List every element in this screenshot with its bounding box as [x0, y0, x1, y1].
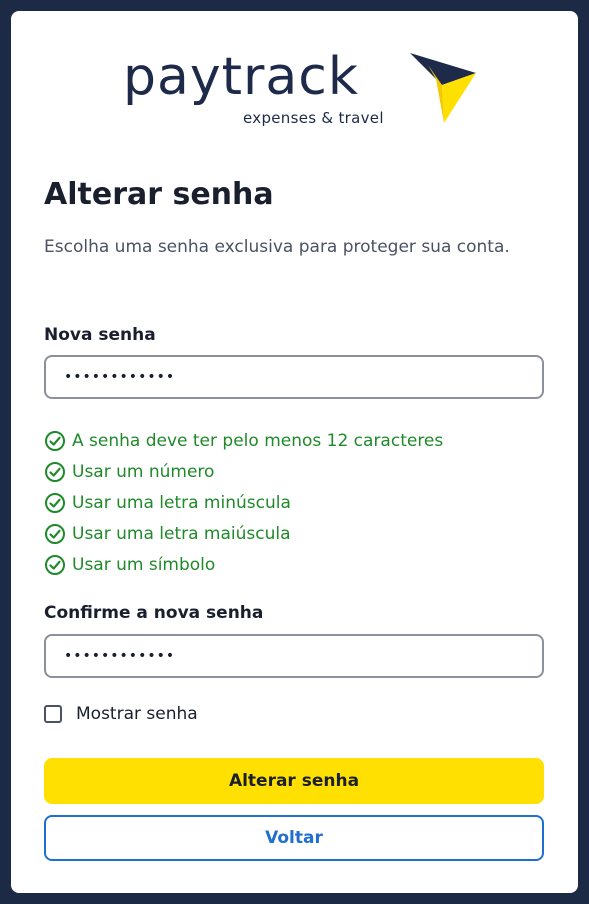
password-rule: Usar um símbolo	[44, 549, 443, 580]
page-title: Alterar senha	[44, 177, 274, 212]
confirm-password-input[interactable]	[44, 634, 544, 678]
password-rule: Usar um número	[44, 456, 443, 487]
logo-wordmark: paytrack	[123, 47, 359, 107]
change-password-card: paytrack expenses & travel Alterar senha…	[11, 11, 578, 893]
check-circle-icon	[45, 430, 65, 451]
check-circle-icon	[45, 461, 65, 482]
paytrack-logo: paytrack expenses & travel	[123, 47, 476, 141]
logo-tagline: expenses & travel	[243, 109, 384, 127]
check-circle-icon	[45, 492, 65, 513]
password-rule-text: Usar uma letra maiúscula	[72, 523, 291, 544]
page-subtitle: Escolha uma senha exclusiva para protege…	[44, 237, 510, 257]
new-password-input[interactable]	[44, 355, 544, 399]
check-circle-icon	[45, 523, 65, 544]
confirm-password-label: Confirme a nova senha	[44, 603, 264, 623]
password-rule: Usar uma letra maiúscula	[44, 518, 443, 549]
password-rules-list: A senha deve ter pelo menos 12 caractere…	[44, 425, 443, 580]
show-password-checkbox[interactable]	[44, 705, 62, 723]
password-rule-text: A senha deve ter pelo menos 12 caractere…	[72, 430, 444, 451]
paper-plane-icon	[408, 51, 478, 129]
show-password-label: Mostrar senha	[76, 704, 198, 724]
password-rule-text: Usar um símbolo	[72, 554, 216, 575]
password-rule: A senha deve ter pelo menos 12 caractere…	[44, 425, 443, 456]
change-password-button[interactable]: Alterar senha	[44, 758, 544, 804]
password-rule: Usar uma letra minúscula	[44, 487, 443, 518]
back-button[interactable]: Voltar	[44, 815, 544, 861]
password-rule-text: Usar uma letra minúscula	[72, 492, 291, 513]
check-circle-icon	[45, 554, 65, 575]
show-password-toggle[interactable]: Mostrar senha	[44, 704, 198, 724]
password-rule-text: Usar um número	[72, 461, 215, 482]
new-password-label: Nova senha	[44, 325, 156, 345]
